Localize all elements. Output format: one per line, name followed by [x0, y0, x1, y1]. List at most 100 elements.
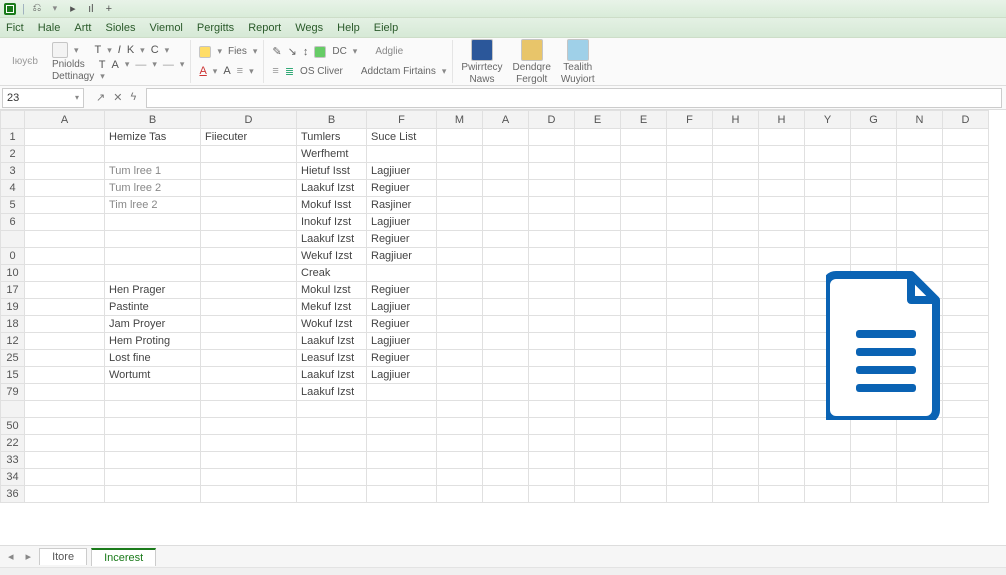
- cell[interactable]: [621, 486, 667, 503]
- cell[interactable]: [713, 418, 759, 435]
- row-hdr[interactable]: 10: [1, 265, 25, 282]
- cell[interactable]: [437, 469, 483, 486]
- cell[interactable]: Lagjiuer: [367, 333, 437, 350]
- cell[interactable]: Jam Proyer: [105, 316, 201, 333]
- table-row[interactable]: 50: [1, 418, 989, 435]
- cell[interactable]: [575, 333, 621, 350]
- cell[interactable]: [851, 486, 897, 503]
- cell[interactable]: [201, 282, 297, 299]
- cell[interactable]: [201, 350, 297, 367]
- cell[interactable]: [759, 197, 805, 214]
- cell[interactable]: Laakuf Izst: [297, 231, 367, 248]
- cell[interactable]: [667, 248, 713, 265]
- cell[interactable]: [805, 248, 851, 265]
- fill2-icon[interactable]: [314, 46, 326, 58]
- cell[interactable]: [713, 197, 759, 214]
- cell[interactable]: [297, 401, 367, 418]
- cell[interactable]: [575, 282, 621, 299]
- cell[interactable]: [759, 129, 805, 146]
- cell[interactable]: [943, 486, 989, 503]
- cell[interactable]: [529, 316, 575, 333]
- cell[interactable]: [943, 163, 989, 180]
- cell[interactable]: Lagjiuer: [367, 367, 437, 384]
- table-row[interactable]: 0Wekuf IzstRagjiuer: [1, 248, 989, 265]
- cell[interactable]: Laakuf Izst: [297, 367, 367, 384]
- cell[interactable]: [943, 435, 989, 452]
- col-hdr[interactable]: G: [851, 111, 897, 129]
- cell[interactable]: [105, 452, 201, 469]
- cell[interactable]: [621, 367, 667, 384]
- cell[interactable]: [805, 299, 851, 316]
- cell[interactable]: [667, 384, 713, 401]
- cell[interactable]: [529, 282, 575, 299]
- qa-dropdown-icon[interactable]: ▾: [49, 3, 61, 15]
- cell[interactable]: [575, 163, 621, 180]
- cell[interactable]: [805, 333, 851, 350]
- cell[interactable]: [713, 469, 759, 486]
- cell[interactable]: [529, 231, 575, 248]
- cell[interactable]: [201, 418, 297, 435]
- menu-eielp[interactable]: Eielp: [374, 22, 398, 34]
- cell[interactable]: [851, 129, 897, 146]
- cell[interactable]: [713, 231, 759, 248]
- cell[interactable]: [897, 146, 943, 163]
- cell[interactable]: [483, 163, 529, 180]
- col-hdr[interactable]: H: [759, 111, 805, 129]
- cell[interactable]: Mekuf Izst: [297, 299, 367, 316]
- cell[interactable]: Wortumt: [105, 367, 201, 384]
- menu-pergitts[interactable]: Pergitts: [197, 22, 234, 34]
- cell[interactable]: [897, 350, 943, 367]
- cell[interactable]: [851, 214, 897, 231]
- cell[interactable]: [851, 469, 897, 486]
- cell[interactable]: [713, 350, 759, 367]
- cell[interactable]: Tum lree 2: [105, 180, 201, 197]
- cell[interactable]: Suce List: [367, 129, 437, 146]
- cell[interactable]: [483, 452, 529, 469]
- cell[interactable]: [897, 214, 943, 231]
- row-hdr[interactable]: 12: [1, 333, 25, 350]
- cell[interactable]: [851, 367, 897, 384]
- cell[interactable]: [25, 265, 105, 282]
- cell[interactable]: [805, 316, 851, 333]
- cell[interactable]: Regiuer: [367, 180, 437, 197]
- cell[interactable]: Leasuf Izst: [297, 350, 367, 367]
- cell[interactable]: [529, 418, 575, 435]
- cell[interactable]: [667, 163, 713, 180]
- cell[interactable]: Lost fine: [105, 350, 201, 367]
- cell[interactable]: [201, 367, 297, 384]
- cell[interactable]: [201, 214, 297, 231]
- cell[interactable]: [851, 146, 897, 163]
- cell[interactable]: [105, 384, 201, 401]
- row-hdr[interactable]: 4: [1, 180, 25, 197]
- cell[interactable]: [667, 265, 713, 282]
- cell[interactable]: [897, 180, 943, 197]
- cell[interactable]: [529, 146, 575, 163]
- cell[interactable]: [297, 452, 367, 469]
- cell[interactable]: [805, 401, 851, 418]
- cell[interactable]: [367, 435, 437, 452]
- cell[interactable]: [297, 486, 367, 503]
- cell[interactable]: [201, 231, 297, 248]
- cell[interactable]: [713, 452, 759, 469]
- row-hdr[interactable]: 25: [1, 350, 25, 367]
- qa-undo-icon[interactable]: ⎌: [31, 3, 43, 15]
- cell[interactable]: [529, 299, 575, 316]
- cell[interactable]: [25, 214, 105, 231]
- cell[interactable]: [621, 384, 667, 401]
- cell[interactable]: [851, 282, 897, 299]
- cell[interactable]: [529, 248, 575, 265]
- cell[interactable]: [759, 452, 805, 469]
- cell[interactable]: [713, 316, 759, 333]
- cell[interactable]: [25, 469, 105, 486]
- cell[interactable]: [25, 248, 105, 265]
- table-row[interactable]: 33: [1, 452, 989, 469]
- cell[interactable]: [483, 401, 529, 418]
- cell[interactable]: [851, 265, 897, 282]
- cell[interactable]: Pastinte: [105, 299, 201, 316]
- qa-play-icon[interactable]: ▸: [67, 3, 79, 15]
- cell[interactable]: [367, 401, 437, 418]
- cell[interactable]: [575, 129, 621, 146]
- table-row[interactable]: 2Werfhemt: [1, 146, 989, 163]
- cell[interactable]: [575, 248, 621, 265]
- cell[interactable]: [897, 231, 943, 248]
